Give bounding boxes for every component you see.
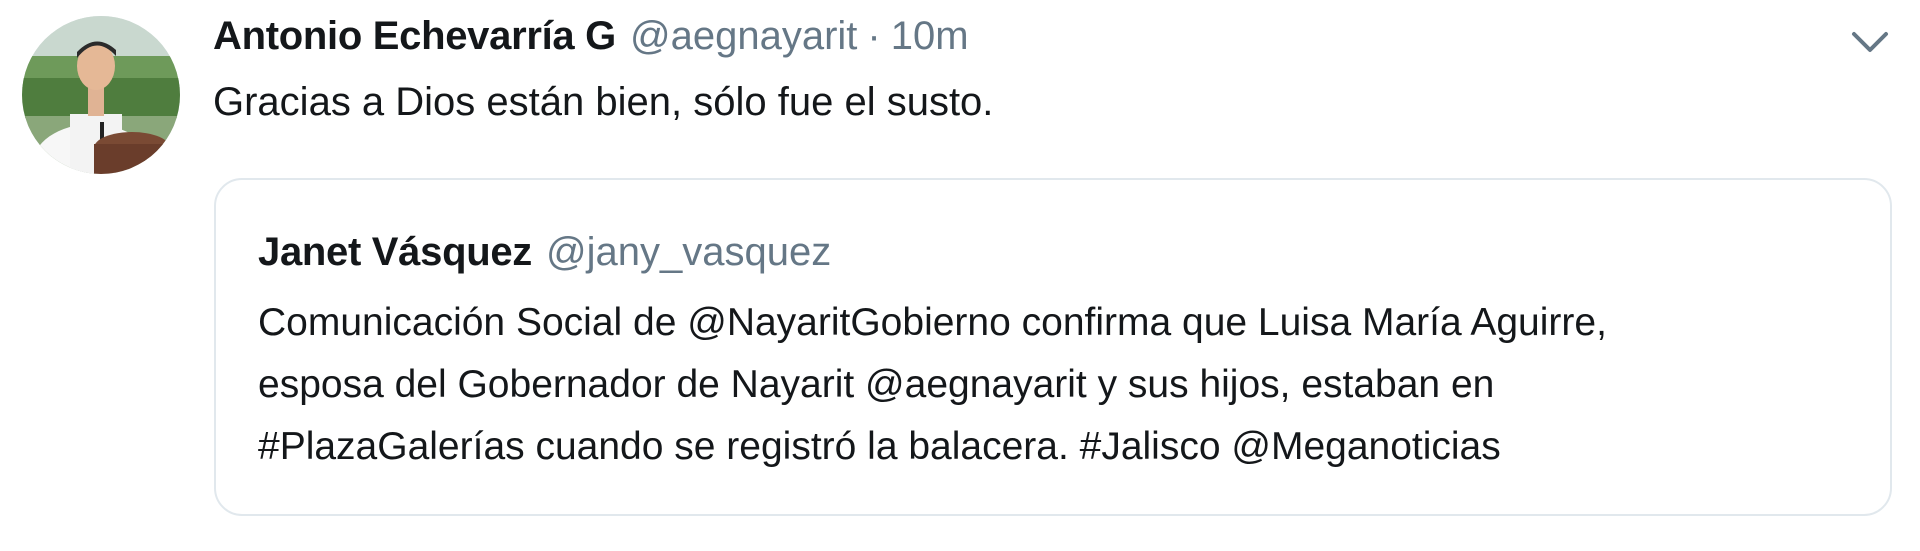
chevron-down-icon xyxy=(1852,32,1888,52)
quoted-tweet-line: #PlazaGalerías cuando se registró la bal… xyxy=(258,425,1501,468)
quoted-tweet-text: Comunicación Social de @NayaritGobierno … xyxy=(258,292,1868,478)
tweet-menu-button[interactable] xyxy=(1848,24,1892,60)
quoted-tweet-line: Comunicación Social de @NayaritGobierno … xyxy=(258,301,1607,344)
tweet[interactable]: Antonio Echevarría G @aegnayarit · 10m G… xyxy=(0,0,1920,551)
quoted-tweet-header: Janet Vásquez @jany_vasquez xyxy=(258,230,831,275)
author-avatar[interactable] xyxy=(22,16,180,174)
separator-dot: · xyxy=(867,14,881,58)
tweet-header: Antonio Echevarría G @aegnayarit · 10m xyxy=(213,14,969,64)
tweet-timestamp[interactable]: 10m xyxy=(891,14,969,59)
quoted-author-display-name: Janet Vásquez xyxy=(258,230,532,274)
author-display-name[interactable]: Antonio Echevarría G xyxy=(213,14,616,59)
avatar-photo xyxy=(22,16,180,174)
quoted-tweet-line: esposa del Gobernador de Nayarit @aegnay… xyxy=(258,363,1495,406)
quoted-author-handle: @jany_vasquez xyxy=(546,230,832,274)
tweet-text: Gracias a Dios están bien, sólo fue el s… xyxy=(213,80,994,124)
author-handle[interactable]: @aegnayarit xyxy=(630,14,857,59)
quoted-tweet-card[interactable]: Janet Vásquez @jany_vasquez Comunicación… xyxy=(214,178,1892,516)
